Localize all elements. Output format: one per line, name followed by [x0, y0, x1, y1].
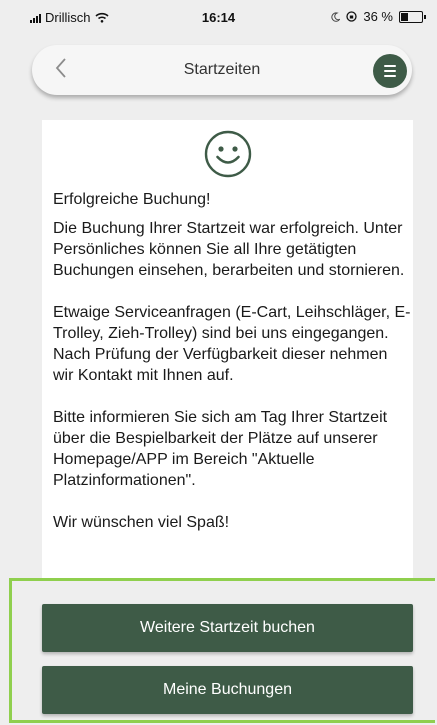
- action-area: Weitere Startzeit buchen Meine Buchungen: [9, 578, 435, 723]
- orientation-lock-icon: [346, 11, 358, 22]
- my-bookings-button[interactable]: Meine Buchungen: [42, 666, 413, 714]
- confirmation-card: Erfolgreiche Buchung! Die Buchung Ihrer …: [42, 120, 413, 590]
- success-heading: Erfolgreiche Buchung!: [53, 191, 211, 208]
- moon-icon: [331, 11, 341, 22]
- menu-button[interactable]: [373, 54, 407, 88]
- status-bar: Drillisch 16:14 36 %: [0, 0, 437, 34]
- smiley-icon: [204, 130, 252, 178]
- message-body: Die Buchung Ihrer Startzeit war erfolgre…: [53, 218, 411, 554]
- message-paragraph: Wir wünschen viel Spaß!: [53, 514, 230, 531]
- status-right: 36 %: [331, 9, 426, 24]
- header-bar: Startzeiten: [32, 45, 412, 95]
- message-paragraph: Etwaige Serviceanfragen (E-Cart, Leihsch…: [53, 304, 411, 384]
- message-paragraph: Bitte informieren Sie sich am Tag Ihrer …: [53, 409, 388, 489]
- page-title: Startzeiten: [183, 61, 261, 78]
- battery-icon: [399, 10, 426, 23]
- battery-percent: 36 %: [363, 9, 393, 24]
- message-paragraph: Die Buchung Ihrer Startzeit war erfolgre…: [53, 220, 405, 279]
- battery-fill: [401, 12, 408, 21]
- book-another-starttime-button[interactable]: Weitere Startzeit buchen: [42, 604, 413, 652]
